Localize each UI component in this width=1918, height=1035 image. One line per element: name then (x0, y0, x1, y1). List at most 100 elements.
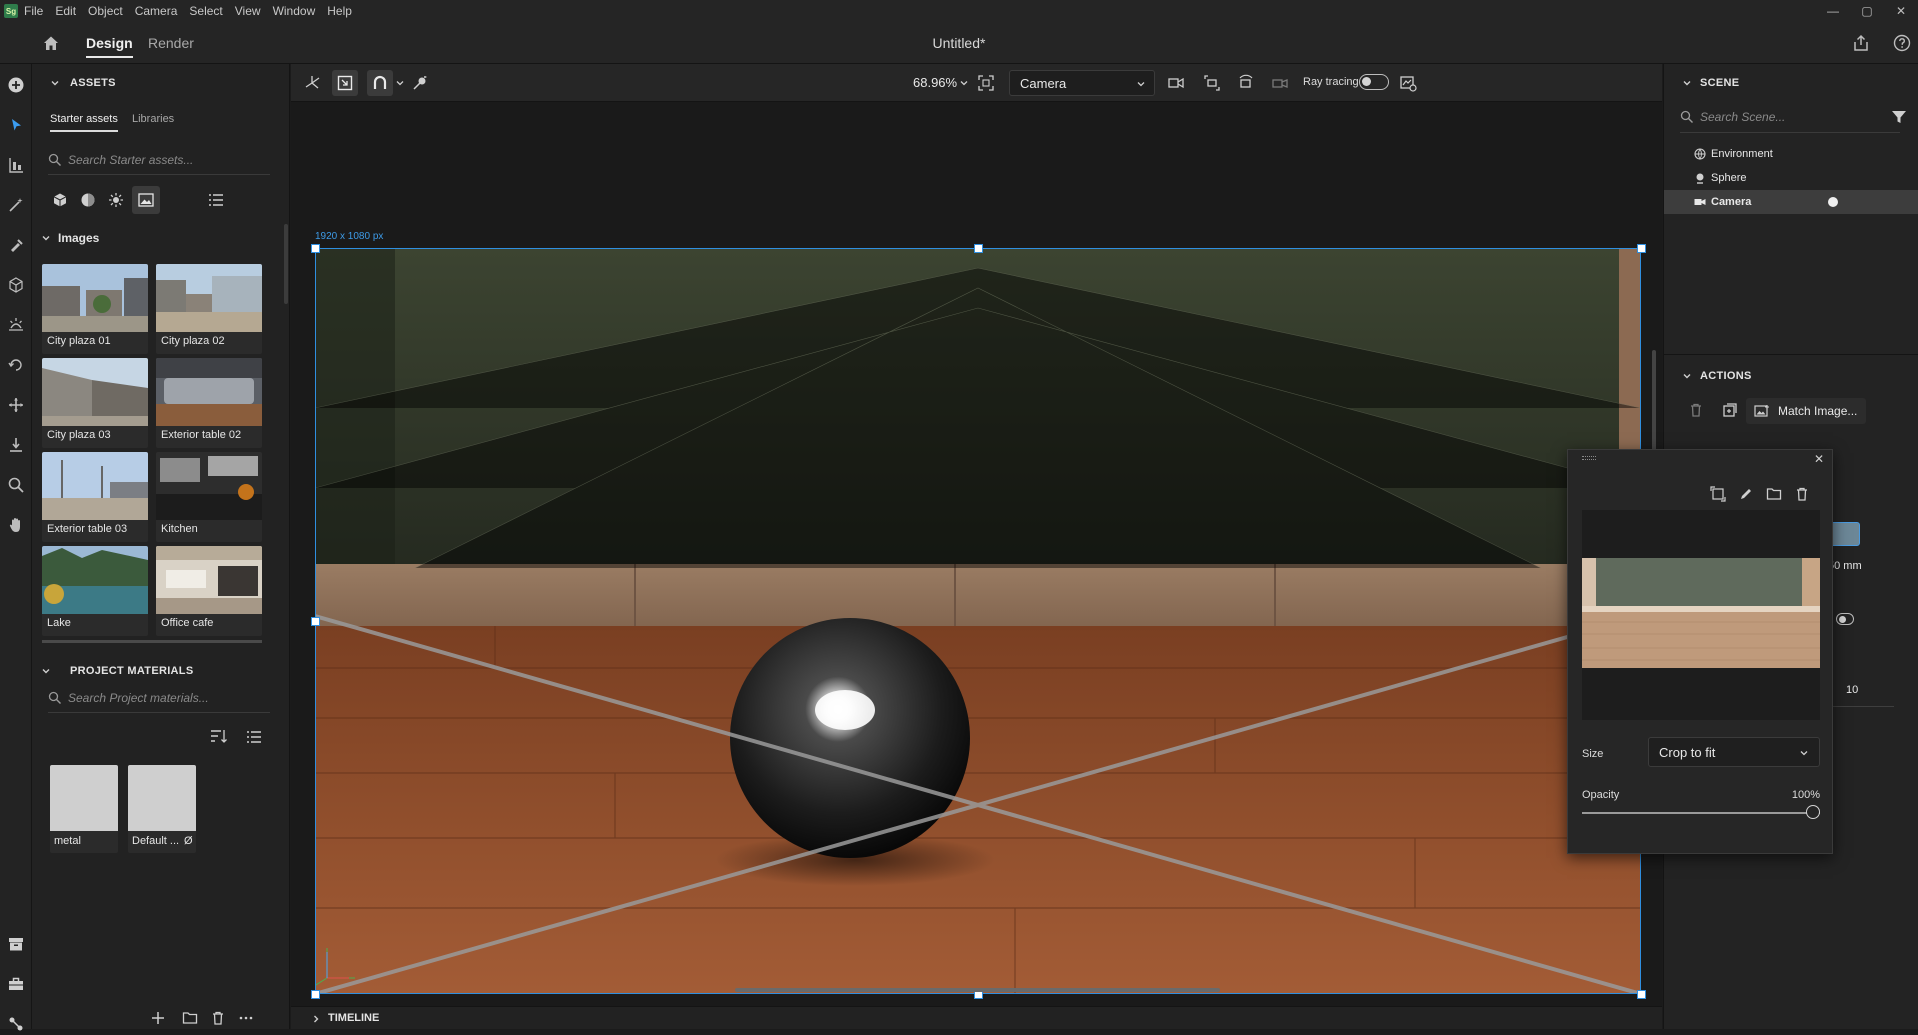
asset-thumb-city-plaza-01[interactable]: City plaza 01 (42, 264, 148, 354)
close-window-icon[interactable]: ✕ (1884, 0, 1918, 22)
models-filter-icon[interactable] (48, 188, 72, 212)
move-tool-icon[interactable] (5, 394, 27, 416)
share-icon[interactable] (1852, 34, 1870, 52)
menu-help[interactable]: Help (327, 4, 352, 18)
folder-icon[interactable] (1766, 486, 1782, 502)
hand-pan-icon[interactable] (5, 514, 27, 536)
ray-tracing-toggle[interactable] (1359, 74, 1389, 90)
help-icon[interactable] (1893, 34, 1911, 52)
menu-select[interactable]: Select (189, 4, 222, 18)
scene-item-environment[interactable]: Environment (1664, 142, 1918, 166)
chevron-down-icon[interactable] (50, 78, 60, 88)
horizontal-scrollbar[interactable] (735, 988, 1220, 992)
minimize-icon[interactable]: — (1816, 0, 1850, 22)
add-icon[interactable] (5, 74, 27, 96)
asset-thumb-lake[interactable]: Lake (42, 546, 148, 636)
material-swatch-default[interactable]: Default ... Ø (128, 765, 196, 853)
menu-view[interactable]: View (235, 4, 261, 18)
assets-search-input[interactable]: Search Starter assets... (48, 147, 270, 173)
match-image-button[interactable]: Match Image... (1746, 398, 1866, 424)
tab-libraries[interactable]: Libraries (132, 113, 174, 125)
toolbox-icon[interactable] (5, 973, 27, 995)
opacity-slider-thumb[interactable] (1806, 805, 1820, 819)
lights-filter-icon[interactable] (104, 188, 128, 212)
list-view-icon[interactable] (204, 188, 228, 212)
camera-view-icon[interactable] (1167, 74, 1185, 92)
list-view-icon[interactable] (246, 730, 264, 746)
resize-handle[interactable] (311, 990, 320, 999)
camera-select[interactable]: Camera (1009, 70, 1155, 96)
chevron-down-icon[interactable] (959, 78, 969, 88)
drag-handle[interactable] (1582, 456, 1596, 460)
menu-object[interactable]: Object (88, 4, 123, 18)
asset-thumb-exterior-table-03[interactable]: Exterior table 03 (42, 452, 148, 542)
asset-thumb-kitchen[interactable]: Kitchen (156, 452, 262, 542)
asset-thumb-city-plaza-02[interactable]: City plaza 02 (156, 264, 262, 354)
transform-gizmo-icon[interactable] (303, 74, 321, 92)
tab-design[interactable]: Design (86, 22, 133, 64)
chevron-right-icon[interactable] (311, 1014, 321, 1024)
scene-item-sphere[interactable]: Sphere (1664, 166, 1918, 190)
resize-handle[interactable] (974, 244, 983, 253)
resize-handle[interactable] (311, 244, 320, 253)
paint-tool-icon[interactable] (5, 234, 27, 256)
duplicate-icon[interactable] (1722, 402, 1738, 418)
material-swatch-metal[interactable]: metal (50, 765, 118, 853)
asset-thumb-exterior-table-02[interactable]: Exterior table 02 (156, 358, 262, 448)
chevron-down-icon[interactable] (1682, 371, 1692, 381)
tab-render[interactable]: Render (148, 22, 194, 64)
fit-to-view-icon[interactable] (977, 74, 995, 92)
render-settings-icon[interactable] (1399, 74, 1417, 92)
frame-selection-icon[interactable] (332, 70, 358, 96)
add-icon[interactable] (150, 1010, 166, 1026)
chevron-down-icon[interactable] (41, 233, 51, 243)
magic-wand-icon[interactable] (5, 194, 27, 216)
asset-thumb-office-cafe[interactable]: Office cafe (156, 546, 262, 636)
materials-filter-icon[interactable] (76, 188, 100, 212)
resize-handle[interactable] (1637, 990, 1646, 999)
close-icon[interactable]: ✕ (1812, 452, 1826, 466)
node-graph-icon[interactable] (5, 1013, 27, 1035)
resize-handle[interactable] (1637, 244, 1646, 253)
trash-icon[interactable] (210, 1010, 226, 1026)
physics-icon[interactable] (411, 74, 429, 92)
menu-edit[interactable]: Edit (55, 4, 76, 18)
select-tool-icon[interactable] (5, 114, 27, 136)
tab-starter-assets[interactable]: Starter assets (50, 113, 118, 132)
light-tool-icon[interactable] (5, 314, 27, 336)
align-tool-icon[interactable] (5, 154, 27, 176)
zoom-icon[interactable] (5, 474, 27, 496)
zoom-level[interactable]: 68.96% (913, 75, 957, 90)
sort-icon[interactable] (210, 728, 230, 748)
scene-item-camera[interactable]: Camera (1664, 190, 1918, 214)
chevron-down-icon[interactable] (1682, 78, 1692, 88)
trash-icon[interactable] (1794, 486, 1810, 502)
active-camera-dot[interactable] (1828, 197, 1838, 207)
size-select[interactable]: Crop to fit (1648, 737, 1820, 767)
cube-icon[interactable] (5, 274, 27, 296)
camera-frame-icon[interactable] (1203, 74, 1221, 92)
menu-camera[interactable]: Camera (135, 4, 178, 18)
replace-image-icon[interactable] (1710, 486, 1726, 502)
asset-thumb-city-plaza-03[interactable]: City plaza 03 (42, 358, 148, 448)
rotate-tool-icon[interactable] (5, 354, 27, 376)
delete-icon[interactable] (1688, 402, 1704, 418)
chevron-down-icon[interactable] (395, 78, 405, 88)
assets-scrollbar[interactable] (284, 224, 288, 304)
render-canvas[interactable] (315, 248, 1641, 994)
images-filter-icon[interactable] (132, 186, 160, 214)
property-toggle[interactable] (1836, 613, 1854, 625)
menu-file[interactable]: File (24, 4, 43, 18)
filter-icon[interactable] (1890, 108, 1908, 126)
materials-search-input[interactable]: Search Project materials... (48, 685, 270, 711)
resize-handle[interactable] (311, 617, 320, 626)
camera-bookmark-icon[interactable] (1271, 74, 1289, 92)
home-icon[interactable] (42, 34, 60, 52)
edit-icon[interactable] (1738, 486, 1754, 502)
menu-window[interactable]: Window (273, 4, 316, 18)
snap-magnet-icon[interactable] (367, 70, 393, 96)
more-icon[interactable] (238, 1010, 254, 1026)
drop-to-ground-icon[interactable] (5, 434, 27, 456)
maximize-icon[interactable]: ▢ (1850, 0, 1884, 22)
chevron-down-icon[interactable] (41, 666, 51, 676)
